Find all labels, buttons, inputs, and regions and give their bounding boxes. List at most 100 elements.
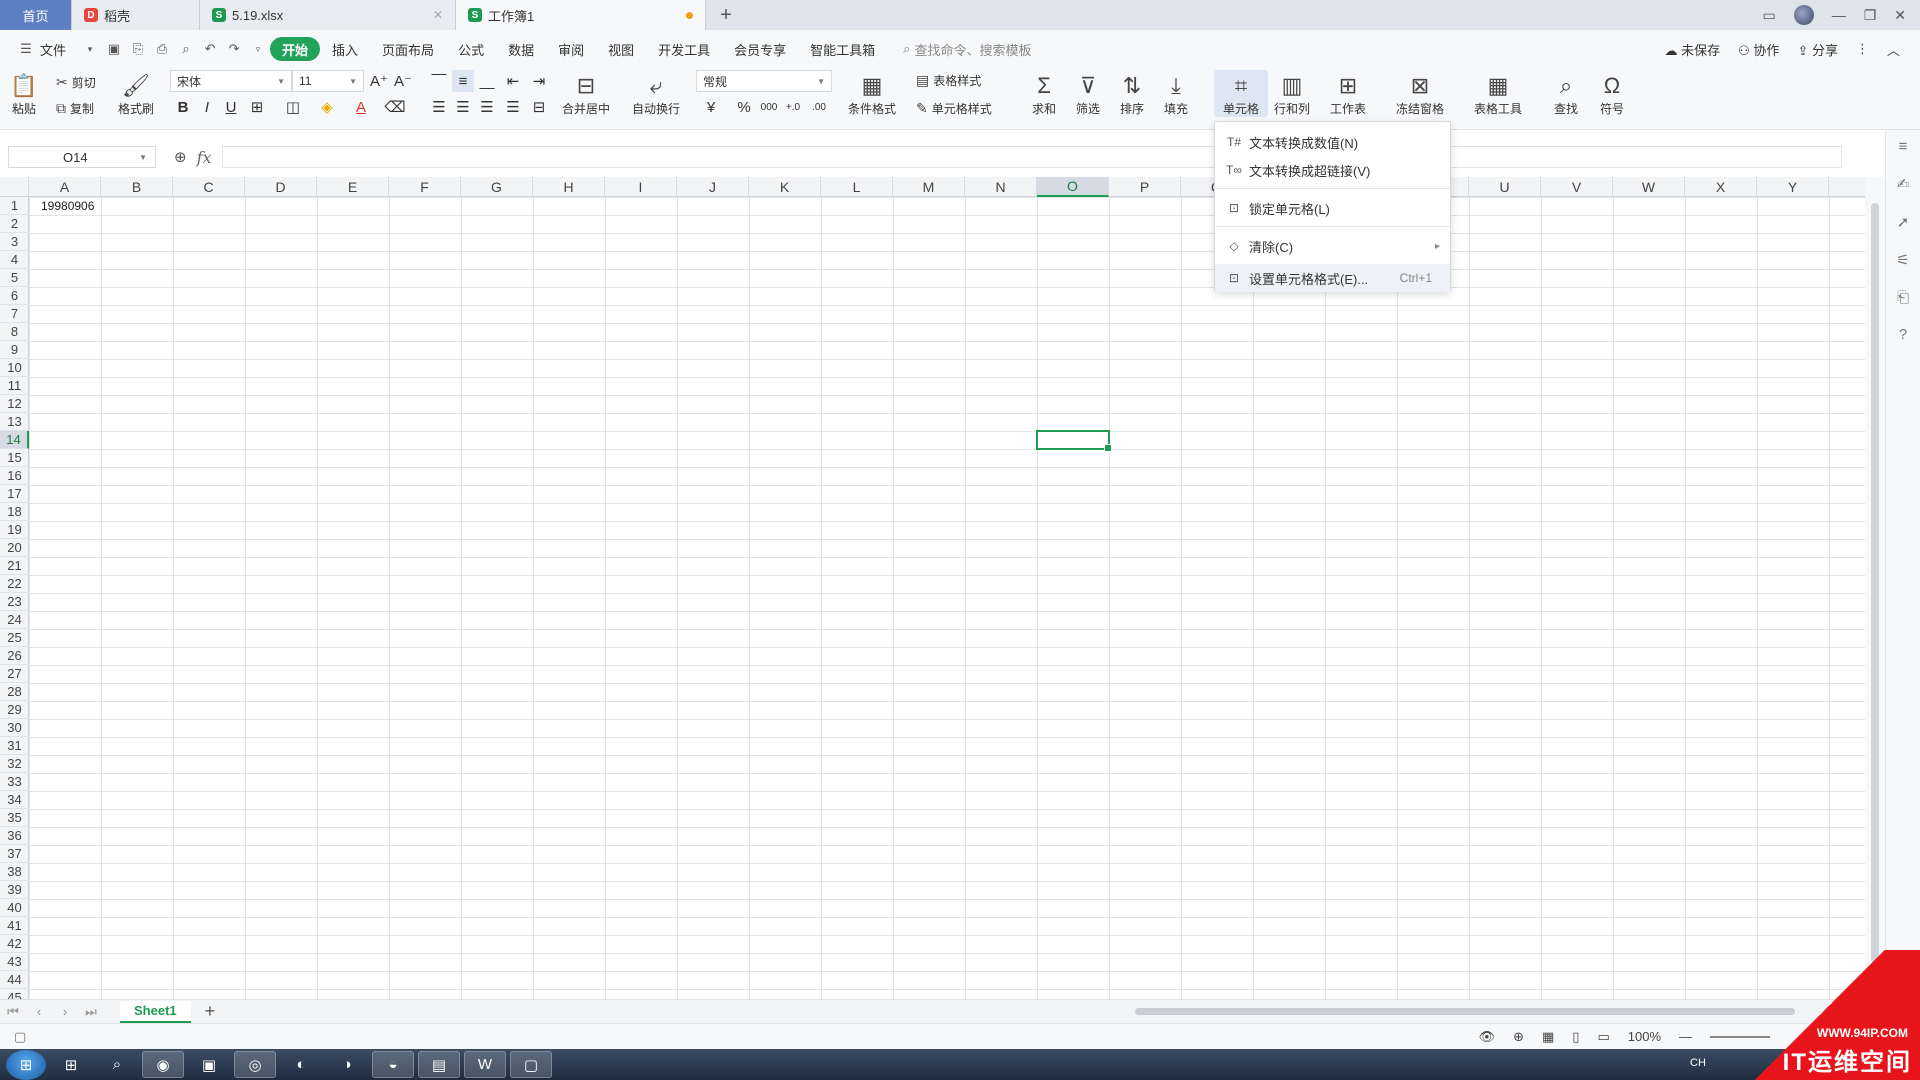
decimal-increase-icon[interactable]: +.0 [782,96,804,118]
backup-icon[interactable]: ⎗ [1897,289,1909,306]
freeze-button[interactable]: ⊠ 冻结窗格 [1396,72,1444,117]
wrap-text-button[interactable]: ⤶ 自动换行 [632,72,680,117]
font-size-select[interactable]: 11 ▼ [292,70,364,92]
column-header[interactable]: K [749,177,821,197]
cell-area[interactable]: 19980906 [29,197,1865,999]
row-header[interactable]: 17 [0,485,29,503]
menu-member[interactable]: 会员专享 [722,37,798,61]
row-header[interactable]: 32 [0,755,29,773]
close-icon[interactable]: ✕ [433,8,443,22]
window-count-icon[interactable]: ▭ [1762,7,1775,24]
collab-button[interactable]: ⚇ 协作 [1738,40,1779,59]
row-header[interactable]: 11 [0,377,29,395]
cell-a1[interactable]: 19980906 [41,199,94,213]
undo-icon[interactable]: ↶ [198,37,222,61]
row-header[interactable]: 9 [0,341,29,359]
row-header[interactable]: 5 [0,269,29,287]
eye-protect-icon[interactable]: 👁 [1479,1029,1496,1045]
taskbar-app-7[interactable]: ▢ [510,1051,552,1078]
border-icon[interactable]: ⊞ [246,96,268,118]
bold-icon[interactable]: B [172,96,194,118]
avatar[interactable] [1793,5,1814,25]
column-header[interactable]: P [1109,177,1181,197]
row-header[interactable]: 39 [0,881,29,899]
table-style-button[interactable]: ▤ 表格样式 [916,72,981,89]
collapse-ribbon-icon[interactable]: ︿ [1887,40,1900,59]
row-header[interactable]: 28 [0,683,29,701]
next-sheet-icon[interactable]: › [52,1004,78,1019]
column-header[interactable]: C [173,177,245,197]
row-header[interactable]: 22 [0,575,29,593]
align-middle-icon[interactable]: ≡ [452,70,474,92]
row-header[interactable]: 18 [0,503,29,521]
row-header[interactable]: 26 [0,647,29,665]
align-left-icon[interactable]: ☰ [428,96,450,118]
find-button[interactable]: ⌕ 查找 [1552,72,1580,117]
share-button[interactable]: ⇪ 分享 [1797,40,1838,59]
menu-page-layout[interactable]: 页面布局 [370,37,446,61]
horizontal-scroll-thumb[interactable] [1135,1008,1795,1015]
column-header[interactable]: E [317,177,389,197]
symbol-button[interactable]: Ω 符号 [1598,72,1626,117]
vertical-scroll-thumb[interactable] [1871,203,1879,963]
taskbar-app-4[interactable]: ◐ [280,1051,322,1078]
row-header[interactable]: 23 [0,593,29,611]
row-header[interactable]: 10 [0,359,29,377]
indent-decrease-icon[interactable]: ⇤ [502,70,524,92]
select-all-corner[interactable] [0,177,29,197]
row-header[interactable]: 29 [0,701,29,719]
align-right-icon[interactable]: ☰ [476,96,498,118]
row-header[interactable]: 2 [0,215,29,233]
column-header[interactable]: H [533,177,605,197]
row-header[interactable]: 3 [0,233,29,251]
help-icon[interactable]: ? [1899,326,1907,343]
font-name-select[interactable]: 宋体 ▼ [170,70,292,92]
cell-shading-icon[interactable]: ◫ [282,96,304,118]
customize-icon[interactable]: ▿ [246,37,270,61]
menu-clear[interactable]: ◇ 清除(C) ▸ [1215,232,1450,260]
row-col-button[interactable]: ▥ 行和列 [1274,72,1310,117]
row-header[interactable]: 15 [0,449,29,467]
file-menu[interactable]: 文件 [38,37,78,61]
worksheet-button[interactable]: ⊞ 工作表 [1330,72,1366,117]
tab-docer[interactable]: D 稻壳 [72,0,200,30]
row-header[interactable]: 7 [0,305,29,323]
prev-sheet-icon[interactable]: ‹ [26,1004,52,1019]
zoom-formula-icon[interactable]: ⊕ [174,148,187,166]
merge-center-button[interactable]: ⊟ 合并居中 [562,72,610,117]
tab-workbook1[interactable]: S 工作簿1 [456,0,706,30]
row-header[interactable]: 6 [0,287,29,305]
new-tab-button[interactable]: + [706,0,746,30]
conditional-format-button[interactable]: ▦ 条件格式 [848,72,896,117]
column-header[interactable]: A [29,177,101,197]
unsaved-button[interactable]: ☁ 未保存 [1665,40,1721,59]
restore-icon[interactable]: ❐ [1864,7,1877,24]
row-header[interactable]: 31 [0,737,29,755]
column-header[interactable]: D [245,177,317,197]
row-header[interactable]: 44 [0,971,29,989]
font-color-icon[interactable]: A [350,96,372,118]
thousands-icon[interactable]: 000 [758,96,780,118]
menu-formula[interactable]: 公式 [446,37,496,61]
row-header[interactable]: 16 [0,467,29,485]
command-search[interactable]: ⌕ 查找命令、搜索模板 [903,40,1031,59]
percent-icon[interactable]: % [733,96,755,118]
row-header[interactable]: 19 [0,521,29,539]
menu-review[interactable]: 审阅 [546,37,596,61]
underline-icon[interactable]: U [220,96,242,118]
row-header[interactable]: 42 [0,935,29,953]
indent-increase-icon[interactable]: ⇥ [528,70,550,92]
taskbar-explorer[interactable]: ▤ [418,1051,460,1078]
cell-style-button[interactable]: ✎ 单元格样式 [916,100,992,117]
cells-button[interactable]: ⌗ 单元格 [1214,70,1268,117]
formula-input[interactable] [221,146,1842,168]
justify-icon[interactable]: ☰ [502,96,524,118]
redo-icon[interactable]: ↷ [222,37,246,61]
row-header[interactable]: 8 [0,323,29,341]
column-header[interactable]: W [1613,177,1685,197]
save-icon[interactable]: ▣ [102,37,126,61]
column-header[interactable]: F [389,177,461,197]
vertical-scrollbar[interactable] [1865,177,1885,999]
print-icon[interactable]: ⎙ [150,37,174,61]
eraser-icon[interactable]: ⌫ [384,96,406,118]
